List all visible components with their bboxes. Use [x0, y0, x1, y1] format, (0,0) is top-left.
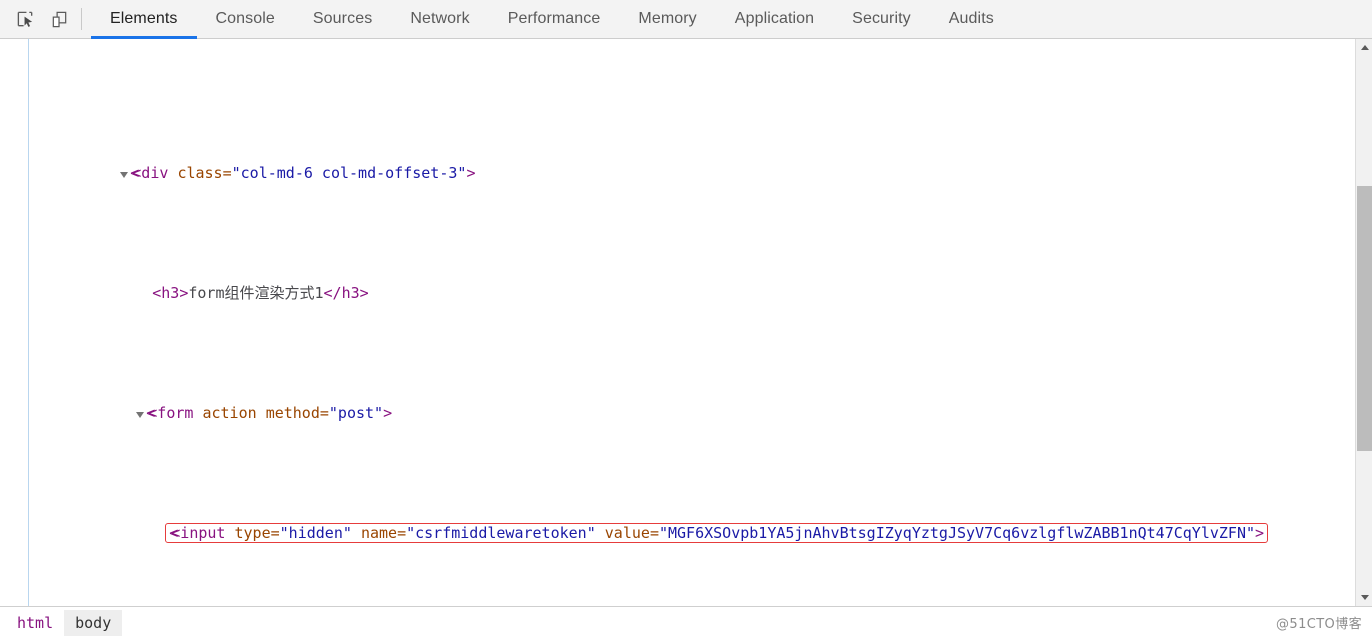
dom-line-csrf-input[interactable]: <<input type="hidden" name="csrfmiddlewa… — [0, 497, 1269, 543]
attr-name-value: "csrfmiddlewaretoken" — [406, 524, 596, 542]
equals: = — [222, 164, 232, 182]
tag-close: > — [1255, 524, 1265, 542]
tab-security-label: Security — [852, 10, 911, 27]
tab-console-label: Console — [215, 10, 275, 27]
attr-type: type — [234, 524, 271, 542]
dom-line-form[interactable]: <<form action method="post"> — [0, 377, 1265, 422]
tab-network-label: Network — [410, 10, 470, 27]
attr-type-value: "hidden" — [279, 524, 352, 542]
tag-close: > — [383, 404, 393, 422]
tab-performance-label: Performance — [507, 10, 601, 27]
tab-application[interactable]: Application — [716, 0, 833, 39]
csrf-token-value: "MGF6XSOvpb1YA5jnAhvBtsgIZyqYztgJSyV7Cq6… — [658, 524, 1255, 542]
dom-tree: <<div class="col-md-6 col-md-offset-3"> … — [0, 39, 1269, 606]
tab-security[interactable]: Security — [833, 0, 930, 39]
tab-audits-label: Audits — [948, 10, 994, 27]
equals: = — [319, 404, 329, 422]
devtools-toolbar: Elements Console Sources Network Perform… — [0, 0, 1372, 39]
attr-value: value — [604, 524, 650, 542]
breadcrumb-item-html[interactable]: html — [6, 610, 64, 636]
expand-arrow-icon[interactable] — [136, 411, 145, 418]
highlight-box-csrf: <<input type="hidden" name="csrfmiddlewa… — [165, 523, 1269, 543]
dom-tree-panel: <<div class="col-md-6 col-md-offset-3"> … — [0, 39, 1372, 606]
breadcrumb-item-body[interactable]: body — [64, 610, 123, 636]
scroll-down-button[interactable] — [1356, 589, 1372, 606]
toolbar-icon-group — [0, 0, 91, 39]
attr-name: name — [360, 524, 398, 542]
chevron-up-icon — [1360, 45, 1369, 50]
tab-audits[interactable]: Audits — [930, 0, 1013, 39]
tab-sources[interactable]: Sources — [294, 0, 391, 39]
scrollbar-thumb[interactable] — [1357, 186, 1372, 451]
tag-close: > — [466, 164, 476, 182]
attr-method-value: "post" — [328, 404, 384, 422]
inspect-element-glyph — [17, 11, 32, 27]
tab-console[interactable]: Console — [197, 0, 294, 39]
tab-sources-label: Sources — [312, 10, 373, 27]
attr-action: action — [202, 404, 257, 422]
tab-memory[interactable]: Memory — [619, 0, 715, 39]
tag-name: <input — [171, 524, 226, 542]
attr-class: class — [177, 164, 223, 182]
tag-name: <div — [132, 164, 169, 182]
attr-method: method — [265, 404, 320, 422]
device-toolbar-icon[interactable] — [42, 4, 76, 34]
h3-text: form组件渲染方式1 — [188, 284, 324, 302]
devtools-window: Elements Console Sources Network Perform… — [0, 0, 1372, 639]
scroll-up-button[interactable] — [1356, 39, 1372, 56]
tab-elements-label: Elements — [110, 10, 178, 27]
tag-name: <form — [148, 404, 194, 422]
tab-application-label: Application — [734, 10, 815, 27]
h3-close: </h3> — [323, 284, 369, 302]
device-toolbar-glyph — [52, 11, 66, 27]
inspect-element-icon[interactable] — [8, 4, 42, 34]
h3-open: <h3> — [152, 284, 189, 302]
tab-performance[interactable]: Performance — [489, 0, 620, 39]
dom-line-div-col-md[interactable]: <<div class="col-md-6 col-md-offset-3"> — [0, 137, 1265, 182]
tab-elements[interactable]: Elements — [91, 0, 197, 39]
panel-tabs: Elements Console Sources Network Perform… — [91, 0, 1013, 39]
tab-network[interactable]: Network — [391, 0, 488, 39]
dom-line-h3[interactable]: <h3>form组件渲染方式1</h3> — [0, 257, 1265, 302]
attr-class-value: "col-md-6 col-md-offset-3" — [231, 164, 467, 182]
dom-tree-scrollbar[interactable] — [1355, 39, 1372, 606]
watermark: @51CTO博客 — [1276, 617, 1362, 632]
chevron-down-icon — [1360, 595, 1369, 600]
toolbar-separator — [81, 8, 82, 30]
expand-arrow-icon[interactable] — [120, 171, 129, 178]
dom-breadcrumb: html body @51CTO博客 — [0, 606, 1372, 639]
tab-memory-label: Memory — [638, 10, 697, 27]
